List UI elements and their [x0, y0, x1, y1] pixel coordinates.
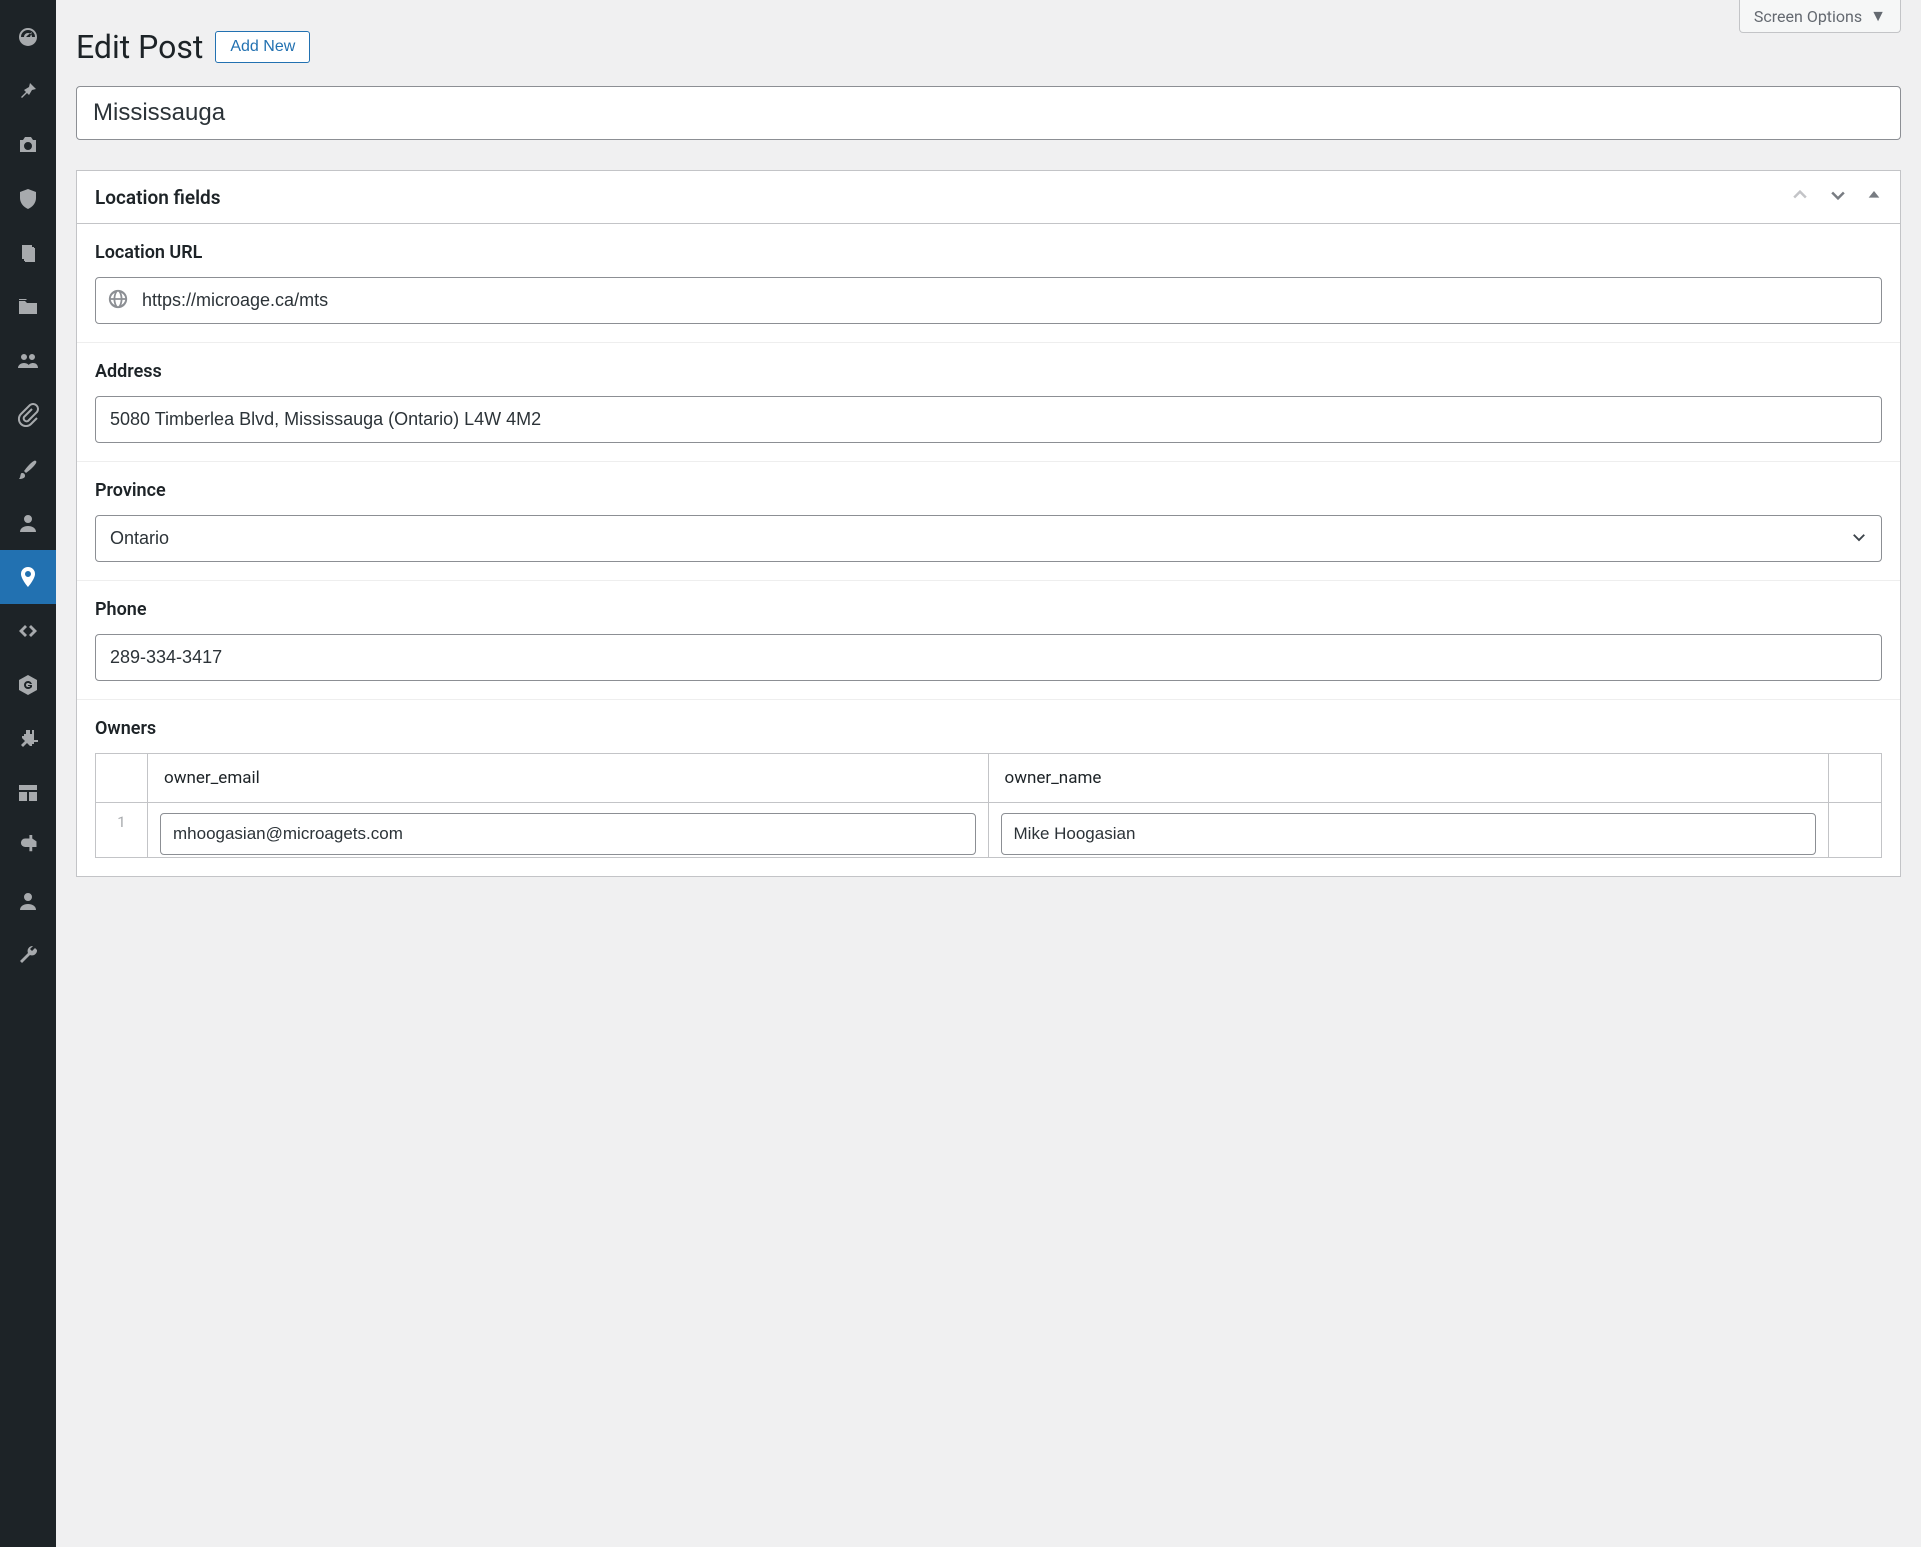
screen-options-toggle[interactable]: Screen Options ▼	[1739, 0, 1901, 33]
add-new-button[interactable]: Add New	[215, 31, 310, 63]
user-icon	[16, 889, 40, 913]
pages-icon	[16, 241, 40, 265]
folder-icon	[16, 295, 40, 319]
field-phone: Phone	[77, 581, 1900, 700]
owner-name-header: owner_name	[989, 754, 1830, 802]
sidebar-item-dashboard[interactable]	[0, 10, 56, 64]
field-label: Address	[95, 361, 1882, 382]
sidebar-item-pages[interactable]	[0, 226, 56, 280]
caret-down-icon: ▼	[1870, 6, 1886, 26]
wrench-icon	[16, 943, 40, 967]
admin-sidebar	[0, 0, 56, 1547]
field-owners: Owners owner_email owner_name 1	[77, 700, 1900, 876]
main-content: Screen Options ▼ Edit Post Add New Locat…	[56, 0, 1921, 1547]
wrench-plug-icon	[16, 835, 40, 859]
owners-table: owner_email owner_name 1	[95, 753, 1882, 858]
actions-header	[1829, 754, 1881, 802]
field-label: Owners	[95, 718, 1882, 739]
sidebar-item-locations[interactable]	[0, 550, 56, 604]
sidebar-item-layout[interactable]	[0, 766, 56, 820]
field-location-url: Location URL	[77, 224, 1900, 343]
paperclip-icon	[16, 403, 40, 427]
camera-icon	[16, 133, 40, 157]
field-province: Province	[77, 462, 1900, 581]
location-url-input[interactable]	[95, 277, 1882, 324]
row-number-header	[96, 754, 148, 802]
phone-input[interactable]	[95, 634, 1882, 681]
field-address: Address	[77, 343, 1900, 462]
sidebar-item-posts[interactable]	[0, 64, 56, 118]
field-label: Location URL	[95, 242, 1882, 263]
post-title-input[interactable]	[76, 86, 1901, 140]
code-icon	[16, 619, 40, 643]
owners-table-row: 1	[96, 803, 1881, 857]
field-label: Phone	[95, 599, 1882, 620]
sidebar-item-code[interactable]	[0, 604, 56, 658]
row-actions[interactable]	[1829, 803, 1881, 857]
person-icon	[16, 511, 40, 535]
screen-options-label: Screen Options	[1754, 7, 1862, 26]
plug-icon	[16, 727, 40, 751]
page-title: Edit Post	[76, 28, 203, 66]
owner-email-input[interactable]	[160, 813, 976, 855]
location-fields-metabox: Location fields Location URL	[76, 170, 1901, 877]
hexagon-g-icon	[16, 673, 40, 697]
sidebar-item-appearance[interactable]	[0, 442, 56, 496]
collapse-icon[interactable]	[1866, 187, 1882, 207]
metabox-title: Location fields	[95, 186, 221, 209]
layout-icon	[16, 781, 40, 805]
brush-icon	[16, 457, 40, 481]
move-down-icon[interactable]	[1828, 185, 1848, 209]
dashboard-icon	[16, 25, 40, 49]
sidebar-item-users[interactable]	[0, 334, 56, 388]
sidebar-item-attachments[interactable]	[0, 388, 56, 442]
owners-table-header: owner_email owner_name	[96, 754, 1881, 803]
globe-icon	[107, 288, 129, 314]
sidebar-item-plugin-g[interactable]	[0, 658, 56, 712]
metabox-header: Location fields	[77, 171, 1900, 224]
group-icon	[16, 349, 40, 373]
address-input[interactable]	[95, 396, 1882, 443]
sidebar-item-user[interactable]	[0, 874, 56, 928]
move-up-icon	[1790, 185, 1810, 209]
field-label: Province	[95, 480, 1882, 501]
owner-name-input[interactable]	[1001, 813, 1817, 855]
row-number: 1	[96, 803, 148, 857]
province-select[interactable]	[95, 515, 1882, 562]
sidebar-item-settings[interactable]	[0, 928, 56, 982]
pushpin-icon	[16, 79, 40, 103]
sidebar-item-files[interactable]	[0, 280, 56, 334]
sidebar-item-forms[interactable]	[0, 172, 56, 226]
shield-icon	[16, 187, 40, 211]
sidebar-item-profile[interactable]	[0, 496, 56, 550]
owner-email-header: owner_email	[148, 754, 989, 802]
location-pin-icon	[16, 565, 40, 589]
metabox-controls	[1790, 185, 1882, 209]
sidebar-item-media[interactable]	[0, 118, 56, 172]
sidebar-item-tools[interactable]	[0, 820, 56, 874]
sidebar-item-plugins[interactable]	[0, 712, 56, 766]
